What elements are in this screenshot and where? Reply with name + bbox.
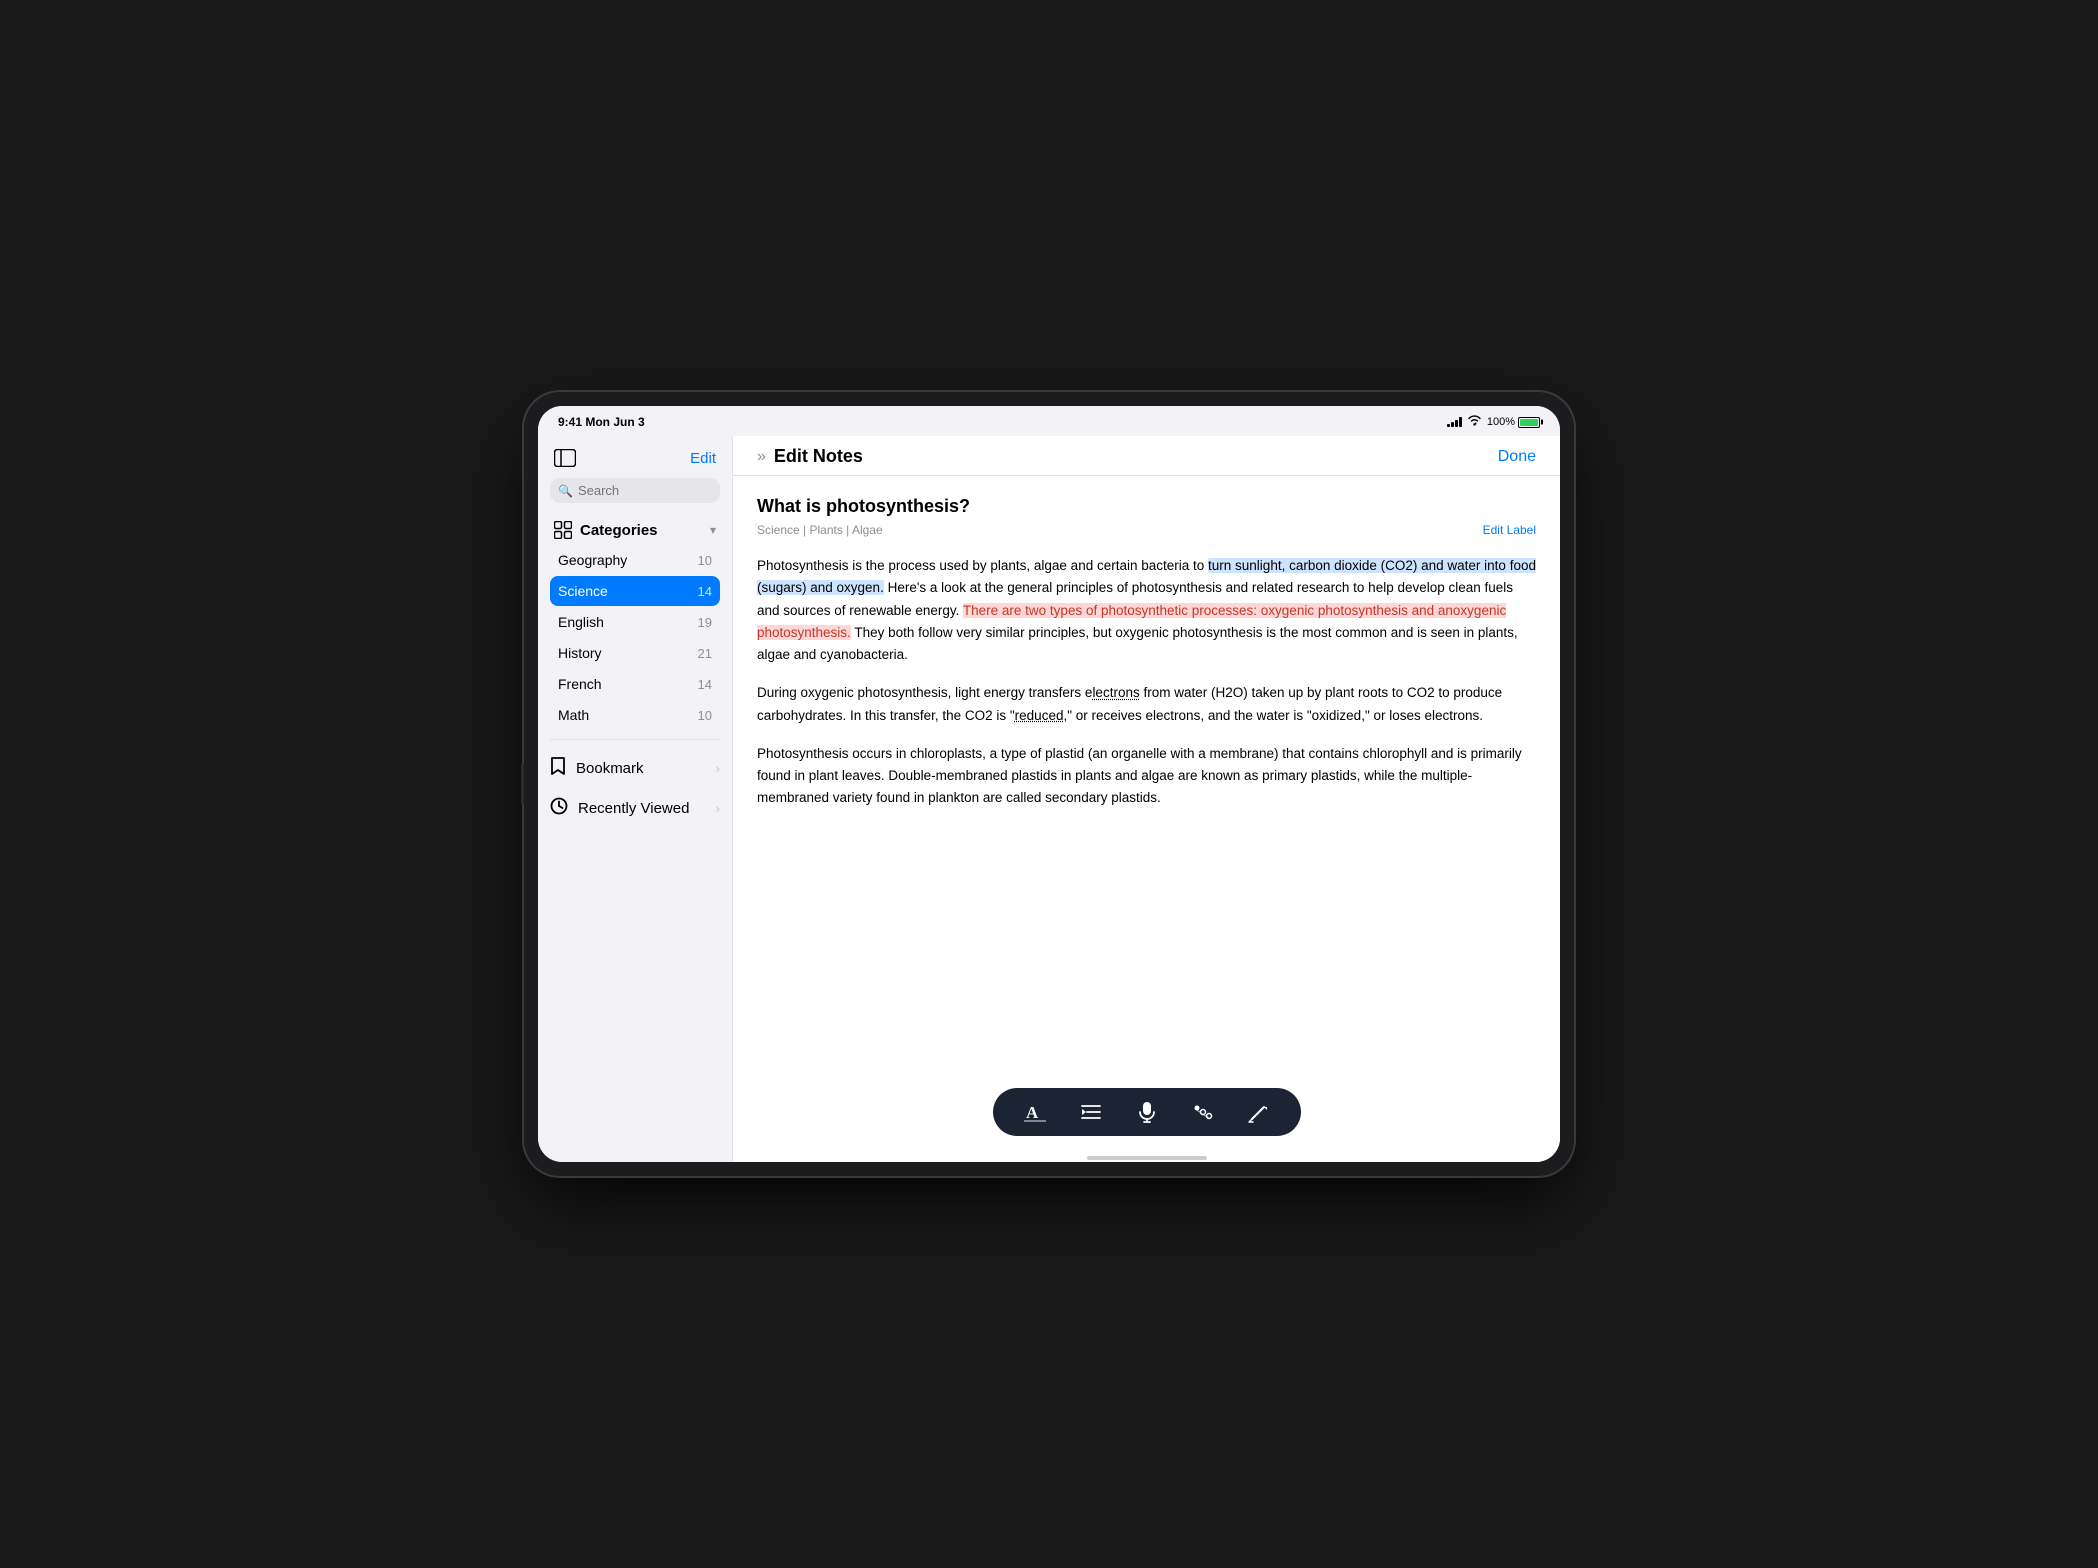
science-label: Science [558, 583, 608, 599]
science-count: 14 [698, 584, 712, 599]
note-paragraph-1: Photosynthesis is the process used by pl… [757, 555, 1536, 666]
search-icon: 🔍 [558, 484, 573, 498]
ipad-frame: 9:41 Mon Jun 3 100% [524, 392, 1574, 1176]
sidebar-item-geography[interactable]: Geography 10 [550, 545, 720, 575]
done-button[interactable]: Done [1498, 448, 1536, 466]
bookmark-label: Bookmark [576, 760, 644, 777]
note-paragraph-2: During oxygenic photosynthesis, light en… [757, 682, 1536, 727]
edit-button[interactable]: Edit [690, 450, 716, 467]
bookmark-icon [550, 756, 566, 781]
svg-text:A: A [1026, 1103, 1039, 1122]
toolbar-pill: A [993, 1088, 1301, 1136]
chevrons-right-icon: » [757, 448, 766, 466]
side-button [521, 764, 524, 804]
recently-viewed-item[interactable]: Recently Viewed › [538, 789, 732, 828]
note-header: » Edit Notes Done [733, 436, 1560, 476]
search-input[interactable] [578, 483, 754, 498]
battery-container: 100% [1487, 416, 1540, 428]
markup-button[interactable] [1245, 1098, 1273, 1126]
note-tags: Science | Plants | Algae [757, 523, 883, 537]
indent-button[interactable] [1077, 1098, 1105, 1126]
home-indicator [733, 1152, 1560, 1162]
wifi-icon [1467, 415, 1482, 429]
bookmark-item[interactable]: Bookmark › [538, 748, 732, 789]
categories-header[interactable]: Categories ▾ [550, 515, 720, 545]
electrons-underline: lectrons [1092, 685, 1139, 700]
categories-section: Categories ▾ Geography 10 Science 14 [538, 515, 732, 731]
bookmark-chevron-icon: › [716, 761, 720, 776]
signal-bars-icon [1447, 417, 1462, 427]
mic-toolbar-button[interactable] [1133, 1098, 1161, 1126]
sidebar-item-math[interactable]: Math 10 [550, 700, 720, 730]
font-button[interactable]: A [1021, 1098, 1049, 1126]
sidebar-header: Edit [538, 444, 732, 478]
edit-label-button[interactable]: Edit Label [1483, 523, 1536, 537]
reduced-underline: reduced [1015, 708, 1064, 723]
sidebar-item-english[interactable]: English 19 [550, 607, 720, 637]
history-label: History [558, 645, 602, 661]
geography-label: Geography [558, 552, 627, 568]
recently-viewed-label: Recently Viewed [578, 800, 689, 817]
battery-text: 100% [1487, 416, 1515, 428]
note-panel: » Edit Notes Done What is photosynthesis… [733, 436, 1560, 1162]
math-count: 10 [698, 708, 712, 723]
ipad-screen: 9:41 Mon Jun 3 100% [538, 406, 1560, 1162]
main-content: Edit 🔍 🎤 [538, 436, 1560, 1162]
categories-grid-icon [554, 521, 572, 539]
sidebar-item-french[interactable]: French 14 [550, 669, 720, 699]
bottom-toolbar: A [733, 1080, 1560, 1152]
note-heading: What is photosynthesis? [757, 496, 1536, 517]
sidebar-item-science[interactable]: Science 14 [550, 576, 720, 606]
categories-chevron-icon: ▾ [710, 523, 716, 537]
french-count: 14 [698, 677, 712, 692]
search-bar[interactable]: 🔍 🎤 [550, 478, 720, 503]
english-count: 19 [698, 615, 712, 630]
note-paragraph-3: Photosynthesis occurs in chloroplasts, a… [757, 743, 1536, 810]
body-p1-pre: Photosynthesis is the process used by pl… [757, 558, 1208, 573]
battery-icon [1518, 417, 1540, 428]
note-title-area: What is photosynthesis? Science | Plants… [757, 496, 1536, 537]
status-icons: 100% [1447, 415, 1540, 429]
math-label: Math [558, 707, 589, 723]
note-header-title: Edit Notes [774, 446, 863, 467]
sidebar: Edit 🔍 🎤 [538, 436, 733, 1162]
recently-viewed-chevron-icon: › [716, 801, 720, 816]
french-label: French [558, 676, 602, 692]
history-count: 21 [698, 646, 712, 661]
status-bar: 9:41 Mon Jun 3 100% [538, 406, 1560, 436]
status-time: 9:41 Mon Jun 3 [558, 415, 645, 429]
categories-title: Categories [580, 522, 658, 539]
body-p1-end: They both follow very similar principles… [757, 625, 1518, 662]
panel-toggle-icon[interactable] [554, 448, 580, 468]
bullet-button[interactable] [1189, 1098, 1217, 1126]
note-body[interactable]: Photosynthesis is the process used by pl… [757, 555, 1536, 810]
geography-count: 10 [698, 553, 712, 568]
clock-icon [550, 797, 568, 820]
english-label: English [558, 614, 604, 630]
sidebar-divider [550, 739, 720, 740]
sidebar-item-history[interactable]: History 21 [550, 638, 720, 668]
note-content[interactable]: What is photosynthesis? Science | Plants… [733, 476, 1560, 1080]
